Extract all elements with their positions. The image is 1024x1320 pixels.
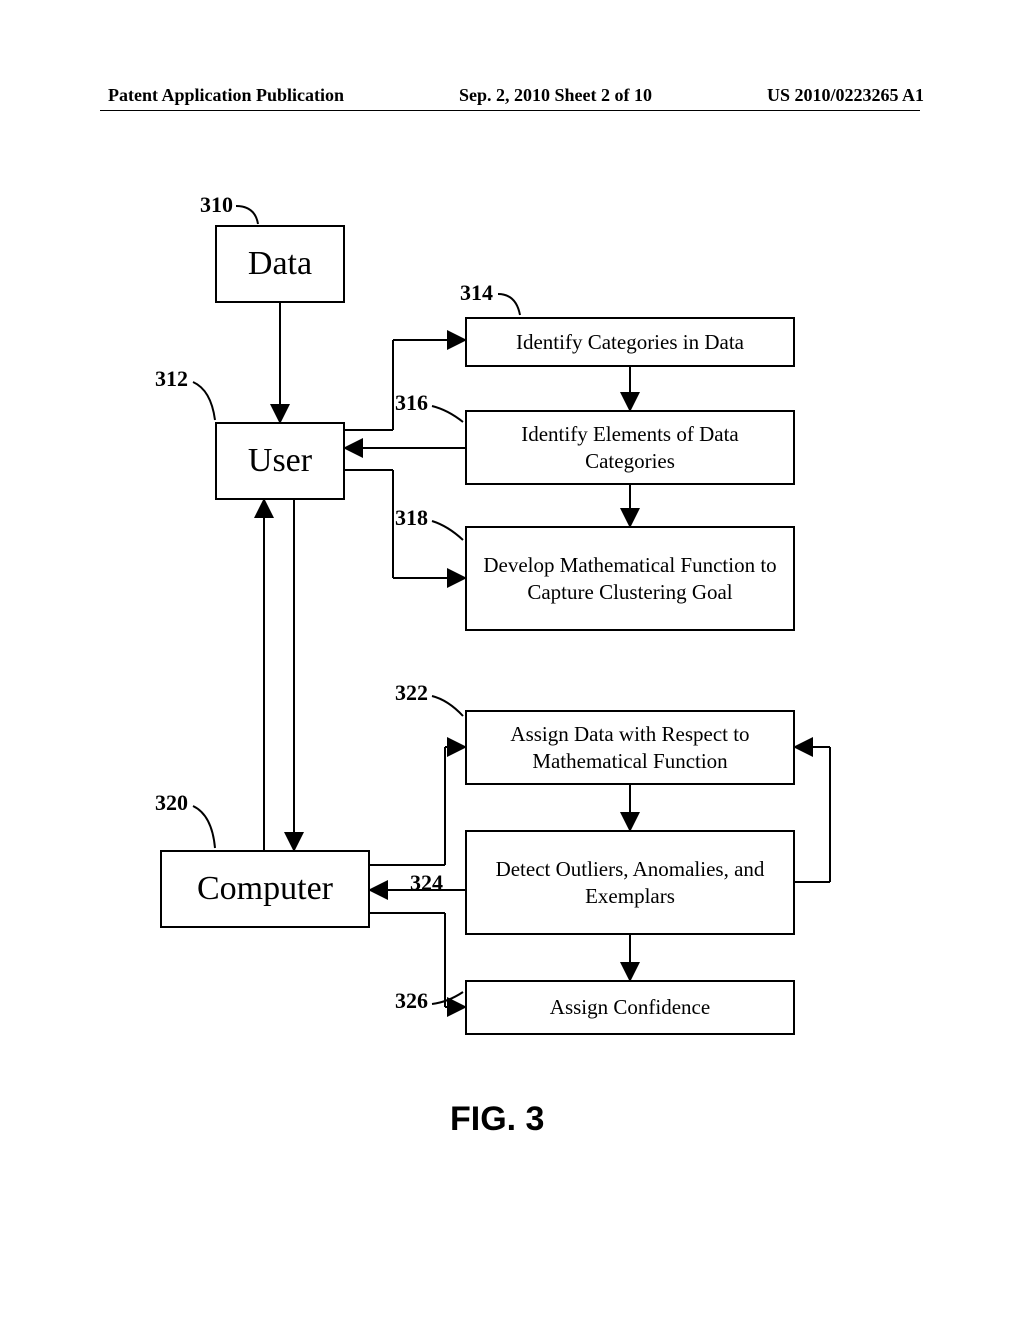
- header-left: Patent Application Publication: [108, 85, 344, 106]
- connectors: [0, 150, 1024, 1200]
- diagram: Data User Computer Identify Categories i…: [0, 150, 1024, 1200]
- header-rule: [100, 110, 920, 111]
- header-center: Sep. 2, 2010 Sheet 2 of 10: [459, 85, 652, 106]
- header-right: US 2010/0223265 A1: [767, 85, 924, 106]
